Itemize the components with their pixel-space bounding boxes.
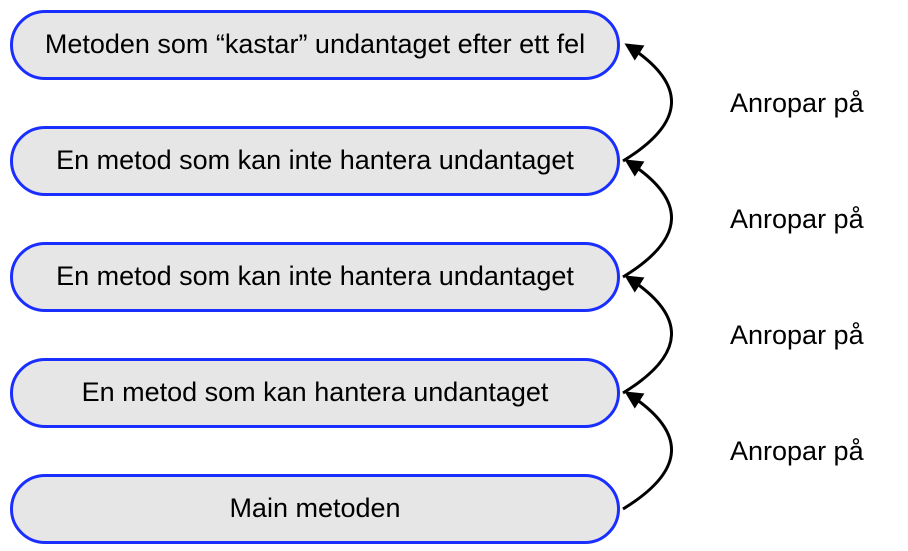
node-label: En metod som kan inte hantera undantaget bbox=[56, 145, 574, 176]
node-label: Metoden som “kastar” undantaget efter et… bbox=[45, 29, 585, 60]
node-label: Main metoden bbox=[229, 493, 400, 524]
arrow-label-3: Anropar på bbox=[730, 320, 864, 351]
arrow-label-2: Anropar på bbox=[730, 204, 864, 235]
diagram-canvas: Metoden som “kastar” undantaget efter et… bbox=[0, 0, 908, 551]
node-label: En metod som kan hantera undantaget bbox=[82, 377, 549, 408]
call-arrow-4 bbox=[623, 393, 672, 509]
node-main: Main metoden bbox=[10, 474, 620, 544]
node-label: En metod som kan inte hantera undantaget bbox=[56, 261, 574, 292]
call-arrow-1 bbox=[623, 45, 672, 161]
call-arrow-3 bbox=[623, 277, 672, 393]
node-cannot-handle-1: En metod som kan inte hantera undantaget bbox=[10, 126, 620, 196]
call-arrow-2 bbox=[623, 161, 672, 277]
node-throws-exception: Metoden som “kastar” undantaget efter et… bbox=[10, 10, 620, 80]
node-cannot-handle-2: En metod som kan inte hantera undantaget bbox=[10, 242, 620, 312]
arrow-label-4: Anropar på bbox=[730, 436, 864, 467]
arrow-label-1: Anropar på bbox=[730, 88, 864, 119]
node-can-handle: En metod som kan hantera undantaget bbox=[10, 358, 620, 428]
